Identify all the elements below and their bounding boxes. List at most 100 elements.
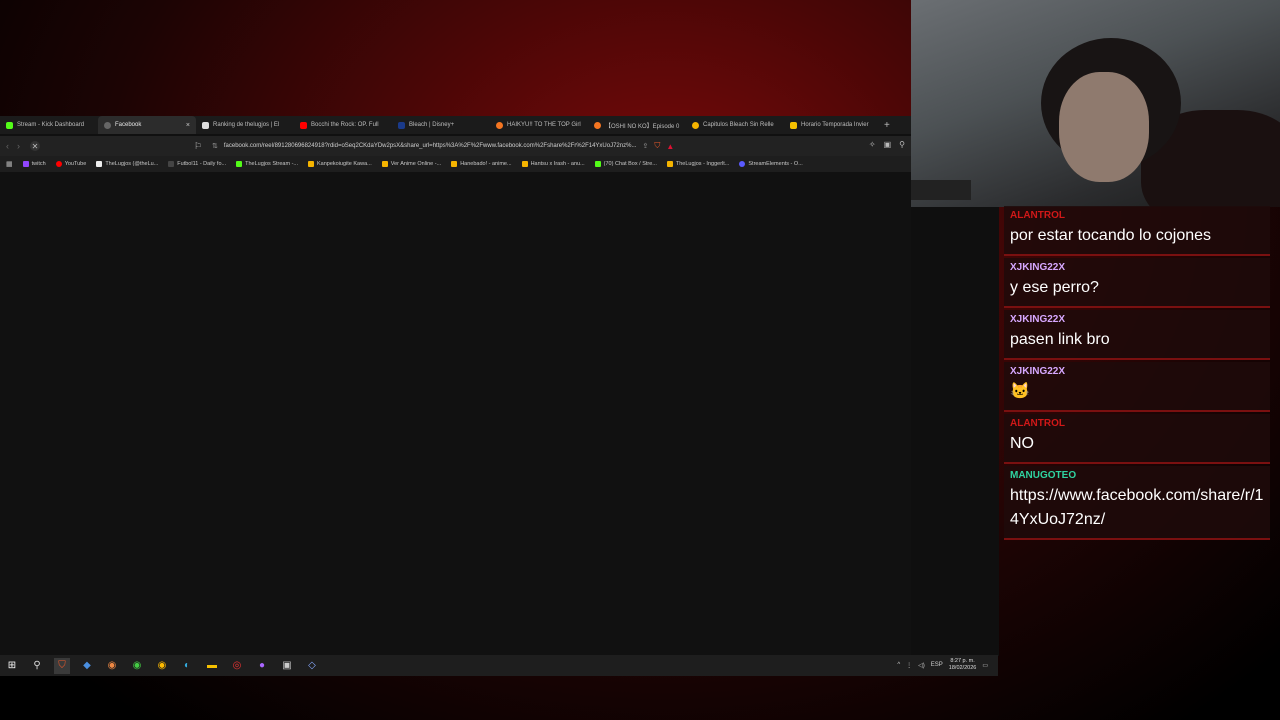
site-icon bbox=[666, 161, 673, 167]
streamer-face bbox=[1059, 72, 1149, 182]
obs-icon[interactable]: ◎ bbox=[229, 658, 245, 674]
bookmark-label: Ver Anime Online -... bbox=[390, 161, 442, 167]
stop-loading-icon[interactable]: ✕ bbox=[30, 141, 40, 151]
chrome-icon[interactable]: ◉ bbox=[104, 658, 120, 674]
tab-label: Bocchi the Rock: OP. Full bbox=[311, 122, 379, 128]
streamelements-icon bbox=[739, 161, 746, 167]
capcut-icon[interactable]: ▣ bbox=[279, 658, 295, 674]
bookmarks-bar: ▦ twitch YouTube TheLugjos (@theLu... Fu… bbox=[0, 156, 911, 172]
notifications-icon[interactable]: ▭ bbox=[982, 662, 988, 669]
edge-icon[interactable]: ◐ bbox=[179, 658, 195, 674]
background-panel bbox=[911, 207, 999, 656]
tab-bleach-disney[interactable]: Bleach | Disney+ bbox=[392, 116, 490, 134]
clock[interactable]: 8:27 p. m. 18/02/2026 bbox=[949, 658, 977, 672]
tab-bar: Stream - Kick Dashboard Facebook × Ranki… bbox=[0, 116, 911, 134]
apps-grid-icon[interactable]: ▦ bbox=[6, 160, 13, 168]
brave-rewards-icon[interactable]: ▲ bbox=[666, 142, 674, 151]
windows-start-icon[interactable]: ⊞ bbox=[4, 658, 20, 674]
chat-username: MANUGOTEO bbox=[1010, 470, 1077, 481]
search-icon[interactable]: ⚲ bbox=[29, 658, 45, 674]
bookmark-item[interactable]: Futbol11 - Daily fo... bbox=[168, 161, 226, 167]
bookmark-label: TheLugjos Stream -... bbox=[245, 161, 298, 167]
back-icon[interactable]: ‹ bbox=[6, 141, 9, 151]
tab-capitulos-bleach[interactable]: Capitulos Bleach Sin Relle bbox=[686, 116, 784, 134]
tab-label: Bleach | Disney+ bbox=[409, 122, 455, 128]
taskbar: ⊞ ⚲ ⛉ ◆ ◉ ◉ ◉ ◐ ▬ ◎ ● ▣ ◇ ^ ⋮ ◁) ESP 8:2… bbox=[0, 655, 998, 676]
share-icon[interactable]: ⇪ bbox=[642, 142, 648, 150]
tab-oshi-no-ko[interactable]: 【OSHI NO KO】Episode 0 bbox=[588, 116, 686, 134]
chrome-icon[interactable]: ◉ bbox=[154, 658, 170, 674]
bookmark-label: Kanpekoiugite Kawa... bbox=[317, 161, 372, 167]
sidebar-icon[interactable]: ▣ bbox=[884, 140, 892, 149]
youtube-icon bbox=[55, 161, 62, 167]
site-icon bbox=[308, 161, 314, 167]
site-icon bbox=[594, 161, 601, 167]
volume-icon[interactable]: ◁) bbox=[918, 662, 925, 669]
language-indicator[interactable]: ESP bbox=[931, 662, 943, 668]
tab-kick-dashboard[interactable]: Stream - Kick Dashboard bbox=[0, 116, 98, 134]
tab-label: Capitulos Bleach Sin Relle bbox=[703, 122, 774, 128]
bookmark-label: Hantsu x Irash - anu... bbox=[530, 161, 585, 167]
network-icon[interactable]: ⋮ bbox=[906, 662, 912, 669]
clock-date: 18/02/2026 bbox=[948, 665, 977, 671]
bookmark-item[interactable]: TheLugjos Stream -... bbox=[236, 161, 298, 167]
clock-time: 8:27 p. m. bbox=[950, 658, 975, 664]
bookmark-item[interactable]: YouTube bbox=[55, 161, 87, 167]
browser-window: Stream - Kick Dashboard Facebook × Ranki… bbox=[0, 116, 911, 656]
leo-icon[interactable]: ✧ bbox=[869, 140, 876, 149]
close-tab-icon[interactable]: × bbox=[186, 122, 190, 129]
bookmark-item[interactable]: TheLugjos (@theLu... bbox=[96, 161, 158, 167]
brave-shield-icon[interactable]: ⛉ bbox=[654, 141, 660, 151]
extensions-icon[interactable]: ⚲ bbox=[899, 140, 905, 149]
chat-username: ALANTROL bbox=[1010, 210, 1065, 221]
address-bar[interactable]: ⇅ facebook.com/reel/891280696824918?rdid… bbox=[212, 139, 772, 153]
bookmark-item[interactable]: TheLugjos - Inggerlt... bbox=[666, 161, 730, 167]
bookmark-label: (70) Chat Box / Stre... bbox=[603, 161, 657, 167]
loading-icon bbox=[104, 121, 111, 129]
bookmark-icon[interactable]: ⚐ bbox=[194, 141, 202, 152]
site-icon bbox=[521, 161, 528, 167]
tab-facebook[interactable]: Facebook × bbox=[98, 116, 196, 134]
page-content[interactable] bbox=[0, 172, 911, 656]
chat-message: XJKING22X 🐱 bbox=[1004, 362, 1270, 412]
bookmark-item[interactable]: Hantsu x Irash - anu... bbox=[521, 161, 585, 167]
bookmark-label: StreamElements - O... bbox=[748, 161, 803, 167]
tab-haikyu[interactable]: HAIKYU!! TO THE TOP Girl bbox=[490, 116, 588, 134]
crunchyroll-icon bbox=[496, 121, 503, 129]
discord-icon[interactable]: ● bbox=[254, 658, 270, 674]
tab-horario[interactable]: Horario Temporada Invier bbox=[784, 116, 878, 134]
bookmark-label: Hanebado! - anime... bbox=[460, 161, 512, 167]
bookmark-item[interactable]: Kanpekoiugite Kawa... bbox=[308, 161, 372, 167]
bookmark-item[interactable]: Ver Anime Online -... bbox=[381, 161, 442, 167]
app-icon[interactable]: ◇ bbox=[304, 658, 320, 674]
folder-icon[interactable]: ▬ bbox=[204, 658, 220, 674]
chevron-up-icon[interactable]: ^ bbox=[897, 662, 900, 668]
tab-bocchi[interactable]: Bocchi the Rock: OP. Full bbox=[294, 116, 392, 134]
chat-message: ALANTROL por estar tocando lo cojones bbox=[1004, 206, 1270, 256]
tab-label: Facebook bbox=[115, 122, 142, 128]
twitch-icon bbox=[22, 161, 29, 167]
chat-message: XJKING22X y ese perro? bbox=[1004, 258, 1270, 308]
bookmark-label: YouTube bbox=[64, 161, 87, 167]
bookmark-item[interactable]: twitch bbox=[22, 161, 46, 167]
kick-icon bbox=[236, 161, 243, 167]
site-icon bbox=[168, 161, 175, 167]
tab-ranking[interactable]: Ranking de thelugjos | El bbox=[196, 116, 294, 134]
chat-username: XJKING22X bbox=[1010, 314, 1066, 325]
site-info-icon[interactable]: ⇅ bbox=[212, 142, 218, 150]
new-tab-button[interactable]: + bbox=[878, 120, 896, 131]
site-icon bbox=[381, 161, 388, 167]
bookmark-item[interactable]: (70) Chat Box / Stre... bbox=[594, 161, 657, 167]
app-icon[interactable]: ◆ bbox=[79, 658, 95, 674]
bookmark-label: TheLugjos - Inggerlt... bbox=[675, 161, 730, 167]
site-icon bbox=[451, 161, 458, 167]
brave-icon[interactable]: ⛉ bbox=[54, 657, 70, 674]
bookmark-item[interactable]: Hanebado! - anime... bbox=[451, 161, 512, 167]
bookmark-item[interactable]: StreamElements - O... bbox=[739, 161, 803, 167]
chrome-icon[interactable]: ◉ bbox=[129, 658, 145, 674]
chat-text: y ese perro? bbox=[1010, 279, 1099, 296]
toolbar: ‹ › ✕ ⚐ ⇅ facebook.com/reel/891280696824… bbox=[0, 136, 911, 156]
crunchyroll-icon bbox=[594, 121, 601, 129]
kick-icon bbox=[6, 121, 13, 129]
forward-icon[interactable]: › bbox=[17, 141, 20, 151]
